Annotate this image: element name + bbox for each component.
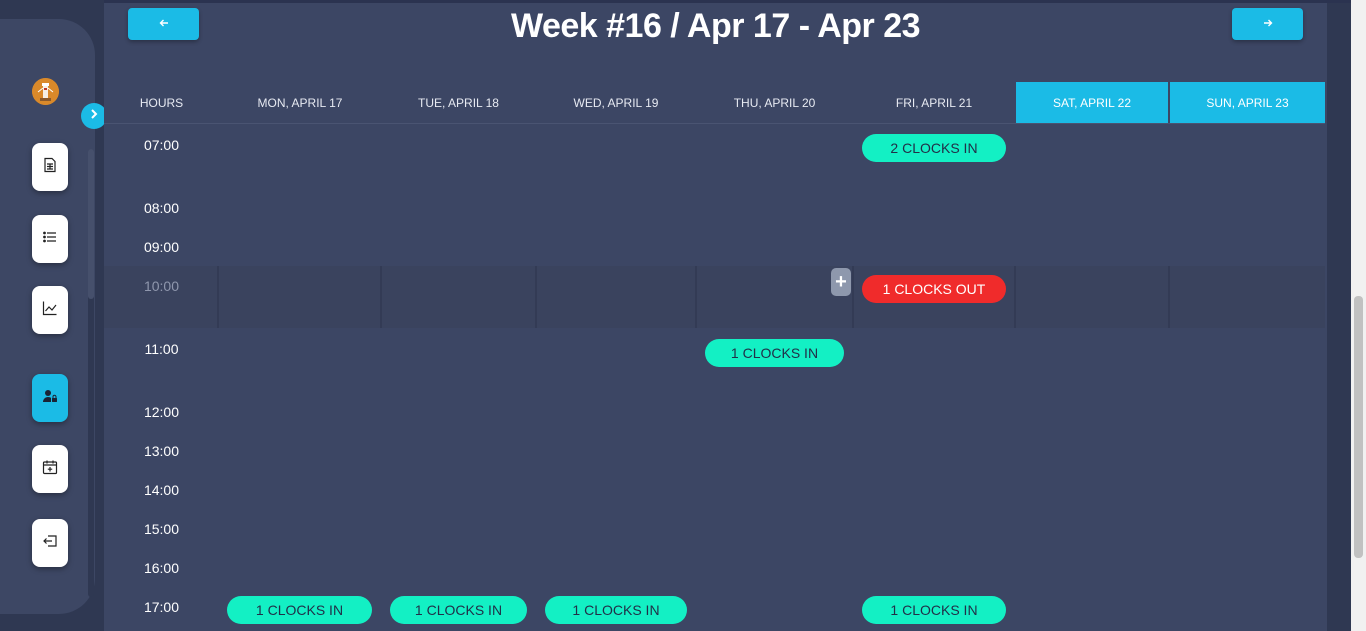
clock-out-event[interactable]: 1 CLOCKS OUT	[862, 275, 1006, 303]
list-icon	[42, 229, 58, 250]
cell-separator	[1168, 266, 1170, 328]
week-title: Week #16 / Apr 17 - Apr 23	[510, 7, 921, 45]
chevron-right-icon	[88, 107, 100, 125]
cell-separator	[535, 266, 537, 328]
calendar-add-icon	[42, 459, 58, 480]
logout-icon	[42, 533, 58, 554]
hour-label: 08:00	[143, 200, 180, 216]
hour-label: 16:00	[143, 560, 180, 576]
cell-separator	[380, 266, 382, 328]
header-divider	[104, 123, 1325, 124]
nav-reports-button[interactable]	[32, 286, 68, 334]
hour-label: 12:00	[143, 404, 180, 420]
hours-column-header: HOURS	[139, 96, 184, 110]
user-lock-icon	[42, 388, 58, 409]
clock-in-event[interactable]: 1 CLOCKS IN	[227, 596, 372, 624]
nav-calendar-button[interactable]	[32, 445, 68, 493]
clock-in-event[interactable]: 1 CLOCKS IN	[705, 339, 844, 367]
day-header-sun[interactable]: SUN, APRIL 23	[1170, 82, 1325, 124]
hour-label: 09:00	[143, 239, 180, 255]
hovered-hour-row[interactable]	[104, 266, 1325, 328]
next-week-button[interactable]	[1232, 8, 1303, 40]
sidebar-scrollbar[interactable]	[88, 149, 94, 597]
hour-label: 13:00	[143, 443, 180, 459]
hour-label: 17:00	[143, 599, 180, 615]
cell-separator	[852, 266, 854, 328]
day-header-tue[interactable]: TUE, APRIL 18	[381, 82, 536, 124]
arrow-right-icon	[1263, 15, 1273, 33]
hour-label: 14:00	[143, 482, 180, 498]
cell-separator	[695, 266, 697, 328]
right-gutter	[1327, 3, 1351, 631]
add-event-button[interactable]: +	[831, 268, 851, 296]
hour-label: 11:00	[144, 341, 179, 357]
nav-list-button[interactable]	[32, 215, 68, 263]
hour-label: 15:00	[143, 521, 180, 537]
clock-in-event[interactable]: 2 CLOCKS IN	[862, 134, 1006, 162]
day-header-fri[interactable]: FRI, APRIL 21	[853, 82, 1015, 124]
day-header-sat[interactable]: SAT, APRIL 22	[1016, 82, 1168, 124]
day-header-mon[interactable]: MON, APRIL 17	[219, 82, 381, 124]
nav-timesheet-button[interactable]	[32, 143, 68, 191]
clock-in-event[interactable]: 1 CLOCKS IN	[545, 596, 687, 624]
page-scrollbar[interactable]	[1351, 0, 1366, 631]
document-sheet-icon	[42, 157, 58, 178]
clock-in-event[interactable]: 1 CLOCKS IN	[390, 596, 527, 624]
sidebar	[0, 19, 95, 614]
nav-logout-button[interactable]	[32, 519, 68, 567]
hour-label: 10:00	[143, 278, 180, 294]
cell-separator	[1014, 266, 1016, 328]
cell-separator	[217, 266, 219, 328]
nav-users-button[interactable]	[32, 374, 68, 422]
day-header-wed[interactable]: WED, APRIL 19	[536, 82, 696, 124]
day-header-thu[interactable]: THU, APRIL 20	[696, 82, 853, 124]
week-calendar: Week #16 / Apr 17 - Apr 23 HOURS MON, AP…	[104, 3, 1327, 631]
line-chart-icon	[42, 300, 58, 321]
clock-in-event[interactable]: 1 CLOCKS IN	[862, 596, 1006, 624]
avatar[interactable]	[32, 78, 59, 105]
hour-label: 07:00	[143, 137, 180, 153]
